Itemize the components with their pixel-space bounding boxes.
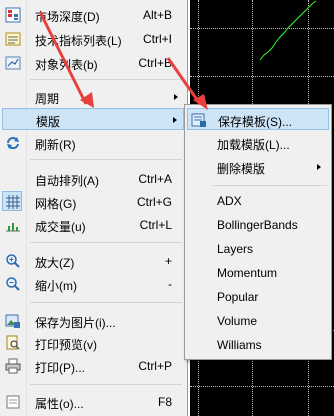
- menu-item-shortcut: -: [168, 277, 172, 291]
- volume-icon: [5, 217, 21, 233]
- menu-item-label: 属性(o)...: [35, 397, 84, 411]
- template-label: Volume: [217, 314, 258, 328]
- grid-icon: [5, 194, 21, 210]
- refresh-icon: [5, 135, 21, 151]
- template-item-popular[interactable]: Popular: [187, 286, 329, 308]
- menu-item-label: 网格(G): [35, 197, 77, 211]
- menu-item-period[interactable]: 周期: [2, 86, 184, 108]
- template-item-layers[interactable]: Layers: [187, 238, 329, 260]
- market-depth-icon: [5, 7, 21, 23]
- menu-item-label: 对象列表(b): [35, 58, 98, 72]
- menu-item-zoom-out[interactable]: 缩小(m) -: [2, 273, 184, 295]
- menu-separator: [30, 79, 182, 80]
- menu-item-shortcut: Alt+B: [142, 8, 172, 22]
- menu-item-shortcut: Ctrl+I: [142, 32, 172, 46]
- menu-separator: [30, 384, 182, 385]
- template-item-adx[interactable]: ADX: [187, 190, 329, 212]
- submenu-arrow-icon: [173, 117, 177, 123]
- submenu-separator: [213, 185, 327, 186]
- menu-item-shortcut: Ctrl+P: [138, 359, 172, 373]
- menu-item-shortcut: Ctrl+A: [138, 172, 172, 186]
- submenu-item-label: 保存模板(S)...: [218, 115, 292, 129]
- menu-item-label: 打印(P)...: [35, 361, 85, 375]
- template-item-momentum[interactable]: Momentum: [187, 262, 329, 284]
- menu-item-label: 周期: [35, 92, 60, 106]
- menu-item-save-picture[interactable]: 保存为图片(i)...: [2, 310, 184, 332]
- menu-item-label: 刷新(R): [35, 138, 76, 152]
- menu-separator: [30, 242, 182, 243]
- menu-item-shortcut: +: [164, 254, 172, 268]
- submenu-item-save-template[interactable]: 保存模板(S)...: [187, 108, 329, 130]
- menu-item-zoom-in[interactable]: 放大(Z) +: [2, 250, 184, 272]
- print-preview-icon: [5, 335, 21, 351]
- zoom-out-icon: [5, 276, 21, 292]
- template-label: BollingerBands: [217, 218, 298, 232]
- menu-item-auto-arrange[interactable]: 自动排列(A) Ctrl+A: [2, 168, 184, 190]
- menu-item-object-list[interactable]: 对象列表(b) Ctrl+B: [2, 52, 184, 74]
- submenu-item-label: 删除模版: [217, 162, 266, 176]
- menu-item-label: 缩小(m): [35, 279, 77, 293]
- template-label: Popular: [217, 290, 259, 304]
- menu-item-indicator-list[interactable]: 技术指标列表(L) Ctrl+I: [2, 28, 184, 50]
- template-submenu: 保存模板(S)... 加载模版(L)... 删除模版 ADX Bollinger…: [184, 104, 332, 360]
- save-picture-icon: [5, 313, 21, 329]
- menu-item-shortcut: Ctrl+G: [136, 195, 172, 209]
- menu-item-label: 打印预览(v): [35, 338, 97, 352]
- zoom-in-icon: [5, 253, 21, 269]
- template-label: Williams: [217, 338, 262, 352]
- submenu-item-delete-template[interactable]: 删除模版: [187, 156, 329, 178]
- submenu-item-load-template[interactable]: 加载模版(L)...: [187, 132, 329, 154]
- menu-separator: [30, 302, 182, 303]
- template-item-bollingerbands[interactable]: BollingerBands: [187, 214, 329, 236]
- submenu-item-label: 加载模版(L)...: [217, 138, 290, 152]
- context-menu: 市场深度(D) Alt+B 技术指标列表(L) Ctrl+I 对象列表(b) C…: [0, 0, 188, 416]
- menu-item-grid[interactable]: 网格(G) Ctrl+G: [2, 191, 184, 213]
- menu-item-template[interactable]: 模版: [2, 108, 184, 130]
- menu-item-label: 自动排列(A): [35, 174, 99, 188]
- save-template-icon: [191, 112, 207, 128]
- menu-item-label: 保存为图片(i)...: [35, 316, 116, 330]
- menu-item-shortcut: F8: [157, 395, 172, 409]
- submenu-arrow-icon: [317, 164, 321, 170]
- menu-item-label: 模版: [36, 115, 61, 129]
- object-list-icon: [5, 55, 21, 71]
- indicator-list-icon: [5, 31, 21, 47]
- menu-item-label: 技术指标列表(L): [35, 34, 122, 48]
- print-icon: [5, 358, 21, 374]
- menu-item-shortcut: Ctrl+B: [138, 56, 172, 70]
- menu-item-label: 放大(Z): [35, 256, 75, 270]
- menu-item-properties[interactable]: 属性(o)... F8: [2, 391, 184, 413]
- menu-item-print-preview[interactable]: 打印预览(v): [2, 332, 184, 354]
- submenu-arrow-icon: [174, 94, 178, 100]
- menu-item-refresh[interactable]: 刷新(R): [2, 132, 184, 154]
- template-item-volume[interactable]: Volume: [187, 310, 329, 332]
- template-label: Momentum: [217, 266, 278, 280]
- template-label: Layers: [217, 242, 254, 256]
- menu-item-volume[interactable]: 成交量(u) Ctrl+L: [2, 214, 184, 236]
- menu-item-label: 市场深度(D): [35, 10, 100, 24]
- menu-separator: [30, 159, 182, 160]
- menu-item-market-depth[interactable]: 市场深度(D) Alt+B: [2, 4, 184, 26]
- properties-icon: [5, 394, 21, 410]
- menu-item-shortcut: Ctrl+L: [139, 218, 172, 232]
- menu-item-label: 成交量(u): [35, 220, 86, 234]
- template-item-williams[interactable]: Williams: [187, 334, 329, 356]
- template-label: ADX: [217, 194, 242, 208]
- menu-item-print[interactable]: 打印(P)... Ctrl+P: [2, 355, 184, 377]
